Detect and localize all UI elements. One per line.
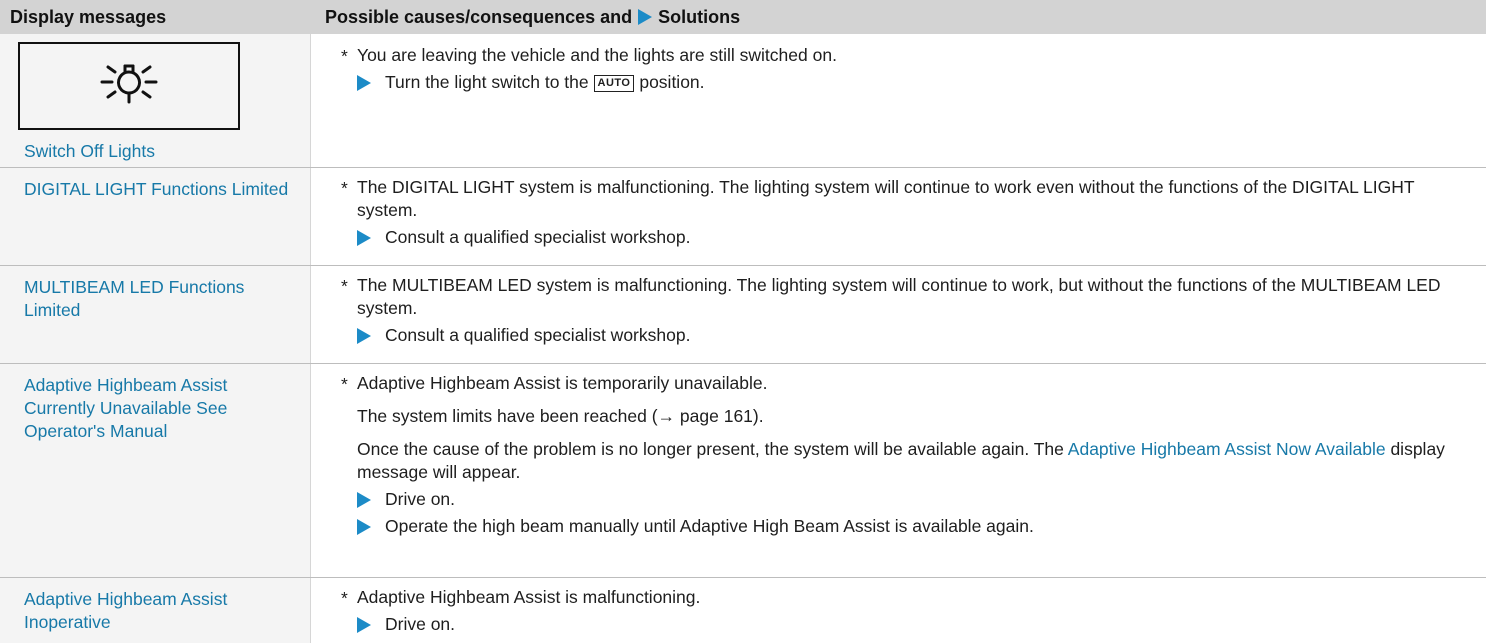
header-causes-solutions: Possible causes/consequences and Solutio…	[311, 0, 1486, 34]
bullet-star: *	[341, 374, 348, 394]
display-message-text: Switch Off Lights	[24, 141, 155, 161]
table-row: Adaptive Highbeam Assist Currently Unava…	[0, 364, 1486, 578]
cause-item: * Adaptive Highbeam Assist is temporaril…	[335, 372, 1446, 395]
cause-text: Adaptive Highbeam Assist is temporarily …	[357, 373, 768, 393]
solution-text: Turn the light switch to the AUTO positi…	[385, 71, 705, 94]
cause-cell: * You are leaving the vehicle and the li…	[311, 34, 1486, 167]
display-message-text: DIGITAL LIGHT Functions Limited	[24, 179, 289, 199]
solution-text: Operate the high beam manually until Ada…	[385, 516, 1034, 536]
cause-text: You are leaving the vehicle and the ligh…	[357, 45, 837, 65]
table-row: MULTIBEAM LED Functions Limited * The MU…	[0, 266, 1486, 364]
display-message-text: Adaptive Highbeam Assist Inoperative	[24, 589, 228, 632]
cause-item: * You are leaving the vehicle and the li…	[335, 44, 1446, 67]
cause-cell: * The DIGITAL LIGHT system is malfunctio…	[311, 168, 1486, 265]
message-cell: MULTIBEAM LED Functions Limited	[0, 266, 311, 363]
solution-item: Turn the light switch to the AUTO positi…	[335, 71, 1446, 94]
cause-item: * The MULTIBEAM LED system is malfunctio…	[335, 274, 1446, 320]
solution-item: Consult a qualified specialist workshop.	[335, 226, 1446, 249]
bullet-star: *	[341, 588, 348, 608]
message-cell: Switch Off Lights	[0, 34, 311, 167]
cause-cell: * The MULTIBEAM LED system is malfunctio…	[311, 266, 1486, 363]
cause-text: The MULTIBEAM LED system is malfunctioni…	[357, 275, 1441, 318]
solution-text: Consult a qualified specialist workshop.	[385, 325, 691, 345]
display-message-reference: Adaptive Highbeam Assist Now Available	[1067, 439, 1386, 459]
solution-arrow-icon	[357, 75, 371, 91]
message-cell: Adaptive Highbeam Assist Currently Unava…	[0, 364, 311, 577]
bullet-star: *	[341, 178, 348, 198]
solution-arrow-icon	[357, 617, 371, 633]
light-on-icon	[100, 64, 158, 104]
bullet-star: *	[341, 46, 348, 66]
cause-text: The DIGITAL LIGHT system is malfunctioni…	[357, 177, 1415, 220]
cause-text: Adaptive Highbeam Assist is malfunctioni…	[357, 587, 701, 607]
cause-detail-paragraph: The system limits have been reached (→ p…	[357, 406, 764, 426]
bullet-star: *	[341, 276, 348, 296]
solution-text-after: position.	[639, 72, 705, 92]
solution-arrow-icon	[357, 519, 371, 535]
table-row: Switch Off Lights * You are leaving the …	[0, 34, 1486, 168]
solution-arrow-icon	[357, 230, 371, 246]
header-causes-label: Possible causes/consequences and	[325, 7, 633, 27]
cause-detail-paragraph: Once the cause of the problem is no long…	[335, 438, 1446, 484]
solution-arrow-icon	[638, 9, 653, 25]
table-row: Adaptive Highbeam Assist Inoperative * A…	[0, 578, 1486, 643]
header-solutions-label: Solutions	[658, 7, 741, 27]
message-cell: DIGITAL LIGHT Functions Limited	[0, 168, 311, 265]
cause-item: * Adaptive Highbeam Assist is malfunctio…	[335, 586, 1446, 609]
table-header: Display messages Possible causes/consequ…	[0, 0, 1486, 34]
display-messages-table: Display messages Possible causes/consequ…	[0, 0, 1486, 643]
message-cell: Adaptive Highbeam Assist Inoperative	[0, 578, 311, 643]
header-display-messages: Display messages	[10, 7, 167, 27]
solution-item: Drive on.	[335, 488, 1446, 511]
table-row: DIGITAL LIGHT Functions Limited * The DI…	[0, 168, 1486, 266]
solution-arrow-icon	[357, 492, 371, 508]
solution-text: Drive on.	[385, 489, 456, 509]
paragraph-text-before: Once the cause of the problem is no long…	[357, 439, 1064, 459]
auto-key-icon: AUTO	[593, 75, 635, 92]
cause-cell: * Adaptive Highbeam Assist is malfunctio…	[311, 578, 1486, 643]
solution-text: Drive on.	[385, 614, 456, 634]
solution-arrow-icon	[357, 328, 371, 344]
cause-item: * The DIGITAL LIGHT system is malfunctio…	[335, 176, 1446, 222]
solution-text-before: Turn the light switch to the	[385, 72, 589, 92]
light-indicator-box	[18, 42, 240, 130]
display-message-text: Adaptive Highbeam Assist Currently Unava…	[24, 375, 228, 441]
solution-item: Drive on.	[335, 613, 1446, 636]
display-message-text: MULTIBEAM LED Functions Limited	[24, 277, 245, 320]
solution-item: Consult a qualified specialist workshop.	[335, 324, 1446, 347]
solution-text: Consult a qualified specialist workshop.	[385, 227, 691, 247]
solution-item: Operate the high beam manually until Ada…	[335, 515, 1446, 538]
cause-cell: * Adaptive Highbeam Assist is temporaril…	[311, 364, 1486, 577]
